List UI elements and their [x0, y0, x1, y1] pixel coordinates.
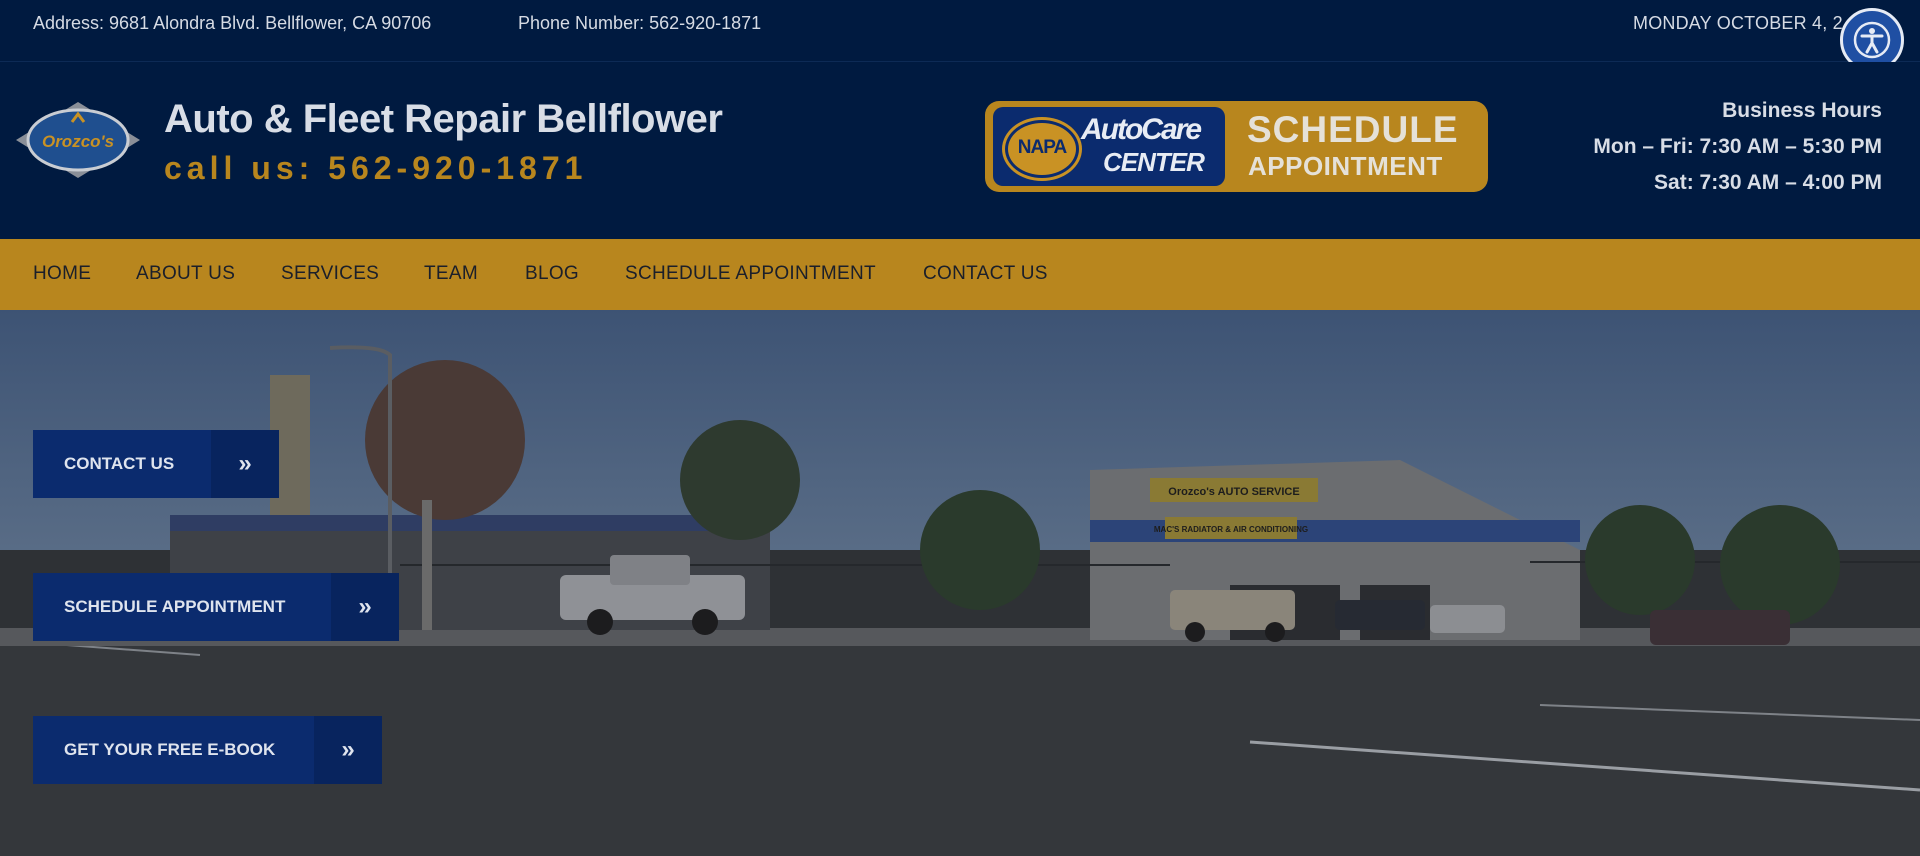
double-chevron-right-icon: »	[331, 573, 399, 641]
shop-sign: Orozco's AUTO SERVICE	[1168, 486, 1299, 498]
nav-blog[interactable]: BLOG	[525, 263, 579, 285]
hours-weekdays: Mon – Fri: 7:30 AM – 5:30 PM	[1593, 135, 1882, 158]
business-hours: Business Hours Mon – Fri: 7:30 AM – 5:30…	[1593, 93, 1882, 201]
top-bar: Address: 9681 Alondra Blvd. Bellflower, …	[0, 0, 1920, 62]
site-logo[interactable]: Orozco's	[12, 100, 144, 180]
center-text: CENTER	[1103, 147, 1205, 177]
schedule-appointment-button[interactable]: SCHEDULE APPOINTMENT »	[33, 573, 399, 641]
double-chevron-right-icon: »	[314, 716, 382, 784]
napa-logo: NAPA	[1005, 120, 1079, 178]
address-text: Address: 9681 Alondra Blvd. Bellflower, …	[33, 13, 432, 33]
hours-saturday: Sat: 7:30 AM – 4:00 PM	[1654, 171, 1882, 194]
napa-autocare-badge: NAPA AutoCare CENTER	[993, 107, 1225, 186]
accessibility-icon	[1853, 21, 1891, 59]
site-header: Orozco's Auto & Fleet Repair Bellflower …	[0, 62, 1920, 239]
main-nav: HOME ABOUT US SERVICES TEAM BLOG SCHEDUL…	[0, 239, 1920, 310]
schedule-appointment-label: SCHEDULE APPOINTMENT	[64, 597, 286, 616]
nav-services[interactable]: SERVICES	[281, 263, 379, 285]
free-ebook-button[interactable]: GET YOUR FREE E-BOOK »	[33, 716, 382, 784]
nav-contact-us[interactable]: CONTACT US	[923, 263, 1048, 285]
appointment-text: APPOINTMENT	[1248, 151, 1443, 181]
radiator-sign: MAC'S RADIATOR & AIR CONDITIONING	[1154, 525, 1308, 534]
contact-us-button[interactable]: CONTACT US »	[33, 430, 279, 498]
logo-text: Orozco's	[42, 132, 114, 151]
call-us-phone[interactable]: call us: 562-920-1871	[164, 150, 587, 187]
hero-banner: Orozco's AUTO SERVICE MAC'S RADIATOR & A…	[0, 310, 1920, 856]
schedule-text: SCHEDULE	[1247, 109, 1459, 150]
nav-about-us[interactable]: ABOUT US	[136, 263, 235, 285]
site-title[interactable]: Auto & Fleet Repair Bellflower	[164, 97, 723, 142]
nav-schedule-appointment[interactable]: SCHEDULE APPOINTMENT	[625, 263, 876, 285]
autocare-text: AutoCare	[1081, 113, 1202, 146]
nav-home[interactable]: HOME	[33, 263, 91, 285]
date-text: MONDAY OCTOBER 4, 2	[1633, 13, 1843, 33]
phone-text: Phone Number: 562-920-1871	[518, 13, 762, 33]
free-ebook-label: GET YOUR FREE E-BOOK	[64, 740, 276, 759]
double-chevron-right-icon: »	[211, 430, 279, 498]
business-hours-title: Business Hours	[1722, 99, 1882, 122]
contact-us-label: CONTACT US	[64, 454, 175, 473]
nav-team[interactable]: TEAM	[424, 263, 478, 285]
napa-schedule-appointment-banner[interactable]: NAPA AutoCare CENTER SCHEDULE APPOINTMEN…	[985, 101, 1488, 192]
